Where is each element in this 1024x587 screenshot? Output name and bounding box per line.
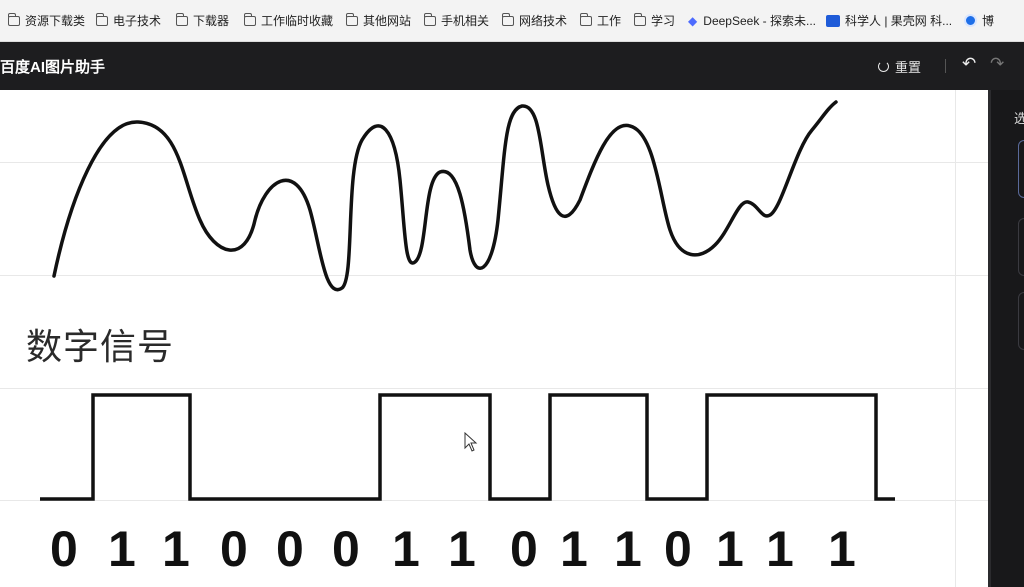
bit-digit: 1 [392, 521, 420, 577]
redo-icon[interactable]: ↷ [990, 54, 1004, 74]
image-canvas[interactable]: 数字信号 0 1 1 0 0 0 1 1 0 1 1 0 1 1 1 [0, 90, 990, 587]
bookmark-item[interactable]: 电子技术 [94, 9, 174, 33]
folder-icon [95, 12, 108, 26]
mouse-cursor-icon [464, 432, 478, 452]
bit-digit: 1 [828, 521, 856, 577]
panel-option-card[interactable] [1018, 218, 1024, 276]
panel-option-card[interactable] [1018, 292, 1024, 350]
refresh-icon [878, 60, 889, 72]
bookmark-item[interactable]: 其他网站 [344, 9, 422, 33]
app-header: 百度AI图片助手 重置 ↶ ↷ [0, 42, 1024, 90]
folder-icon [579, 12, 592, 26]
reset-label: 重置 [895, 59, 922, 75]
bit-digit: 0 [664, 521, 692, 577]
bookmark-item[interactable]: 科学人 | 果壳网 科... [824, 9, 962, 33]
bit-digit: 0 [276, 521, 304, 577]
bookmark-item[interactable]: 手机相关 [422, 9, 500, 33]
undo-icon[interactable]: ↶ [962, 54, 976, 74]
divider [945, 59, 946, 73]
bookmark-item[interactable]: ◆ DeepSeek - 探索未... [686, 9, 824, 33]
bit-digit: 1 [614, 521, 642, 577]
blog-icon [964, 14, 977, 27]
bookmark-item[interactable]: 下载器 [174, 9, 242, 33]
bit-digit: 0 [220, 521, 248, 577]
bit-digit: 1 [716, 521, 744, 577]
bit-digit: 0 [510, 521, 538, 577]
bookmark-item[interactable]: 资源下载类 [6, 9, 94, 33]
section-label: 数字信号 [26, 327, 175, 368]
panel-title: 选 [1014, 111, 1024, 126]
bookmark-item[interactable]: 工作 [578, 9, 632, 33]
bookmarks-bar: 资源下载类 电子技术 下载器 工作临时收藏 其他网站 手机相关 网络技术 工作 … [0, 0, 1024, 42]
guokr-icon [826, 14, 840, 27]
bit-digit: 1 [560, 521, 588, 577]
bit-digit: 1 [766, 521, 794, 577]
bit-digit: 0 [332, 521, 360, 577]
deepseek-icon: ◆ [688, 13, 698, 28]
folder-icon [345, 12, 358, 26]
bookmark-item[interactable]: 博 [962, 9, 1006, 33]
bookmark-item[interactable]: 学习 [632, 9, 686, 33]
folder-icon [423, 12, 436, 26]
folder-icon [243, 12, 256, 26]
folder-icon [633, 12, 646, 26]
bit-digit: 1 [448, 521, 476, 577]
digital-waveform [40, 393, 895, 501]
analog-waveform [52, 100, 838, 292]
bookmark-item[interactable]: 工作临时收藏 [242, 9, 344, 33]
folder-icon [501, 12, 514, 26]
app-title: 百度AI图片助手 [0, 59, 106, 76]
bit-digit: 0 [50, 521, 78, 577]
bookmark-item[interactable]: 网络技术 [500, 9, 578, 33]
bit-digit: 1 [108, 521, 136, 577]
bit-digit: 1 [162, 521, 190, 577]
folder-icon [175, 12, 188, 26]
folder-icon [7, 12, 20, 26]
bit-sequence: 0 1 1 0 0 0 1 1 0 1 1 0 1 1 1 [40, 520, 920, 580]
reset-button[interactable]: 重置 [878, 56, 921, 76]
panel-option-card[interactable] [1018, 140, 1024, 198]
